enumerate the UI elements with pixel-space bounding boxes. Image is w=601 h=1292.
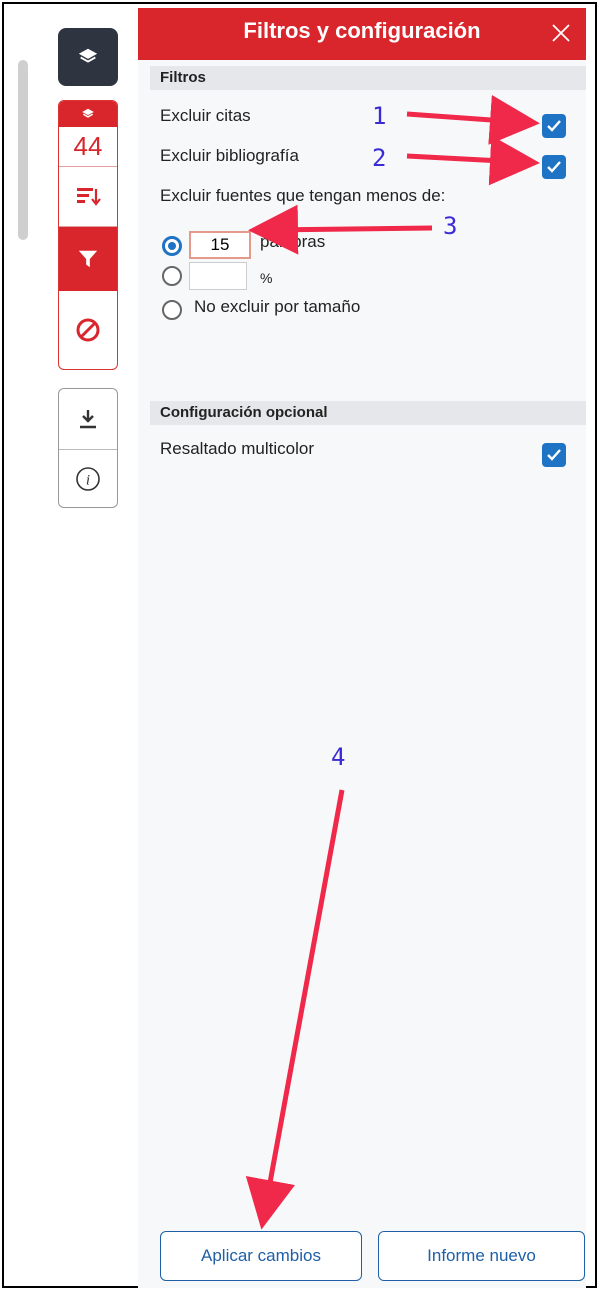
filter-button[interactable]	[59, 227, 117, 291]
exclude-citations-label: Excluir citas	[160, 106, 251, 125]
percent-input[interactable]	[189, 262, 247, 290]
no-exclude-label: No excluir por tamaño	[194, 297, 361, 316]
layers-icon	[78, 48, 98, 63]
match-tools-group: 44	[58, 100, 118, 370]
annotation-4: 4	[331, 743, 346, 771]
apply-changes-button[interactable]: Aplicar cambios	[160, 1231, 362, 1281]
info-icon: i	[76, 467, 100, 491]
annotation-1: 1	[372, 102, 387, 130]
panel-header: Filtros y configuración	[138, 8, 586, 60]
optional-section-title: Configuración opcional	[150, 401, 586, 425]
download-button[interactable]	[59, 389, 117, 450]
exclude-button[interactable]	[59, 291, 117, 369]
close-button[interactable]	[546, 18, 576, 48]
exclude-bibliography-label: Excluir bibliografía	[160, 146, 299, 165]
no-exclude-radio[interactable]	[162, 300, 182, 320]
filters-section-title: Filtros	[150, 66, 586, 90]
sort-button[interactable]	[59, 167, 117, 227]
check-icon	[547, 161, 561, 173]
exclude-bibliography-checkbox[interactable]	[542, 155, 566, 179]
annotation-3: 3	[443, 212, 458, 240]
annotation-2: 2	[372, 144, 387, 172]
scrollbar-thumb[interactable]	[18, 60, 28, 240]
multicolor-checkbox[interactable]	[542, 443, 566, 467]
download-icon	[80, 410, 96, 429]
panel-title: Filtros y configuración	[243, 18, 481, 43]
words-unit-label: palabras	[260, 232, 326, 251]
filter-icon	[78, 250, 98, 268]
words-radio[interactable]	[162, 236, 182, 256]
layers-small-button[interactable]	[59, 101, 117, 127]
new-report-button[interactable]: Informe nuevo	[378, 1231, 585, 1281]
layers-small-icon	[82, 108, 94, 118]
multicolor-label: Resaltado multicolor	[160, 439, 315, 458]
percent-unit-label: %	[260, 270, 273, 286]
check-icon	[547, 449, 561, 461]
min-size-label: Excluir fuentes que tengan menos de:	[160, 186, 446, 205]
check-icon	[547, 120, 561, 132]
info-button[interactable]: i	[59, 449, 117, 507]
block-icon	[76, 318, 100, 342]
sort-icon	[77, 187, 101, 206]
layers-button[interactable]	[58, 28, 118, 86]
match-count[interactable]: 44	[59, 127, 117, 167]
svg-text:i: i	[86, 473, 90, 489]
words-input[interactable]	[189, 231, 251, 259]
percent-radio[interactable]	[162, 266, 182, 286]
exclude-citations-checkbox[interactable]	[542, 114, 566, 138]
extra-tools-group: i	[58, 388, 118, 508]
close-icon	[552, 24, 570, 42]
filters-panel: Filtros y configuración Filtros Excluir …	[138, 8, 586, 1288]
